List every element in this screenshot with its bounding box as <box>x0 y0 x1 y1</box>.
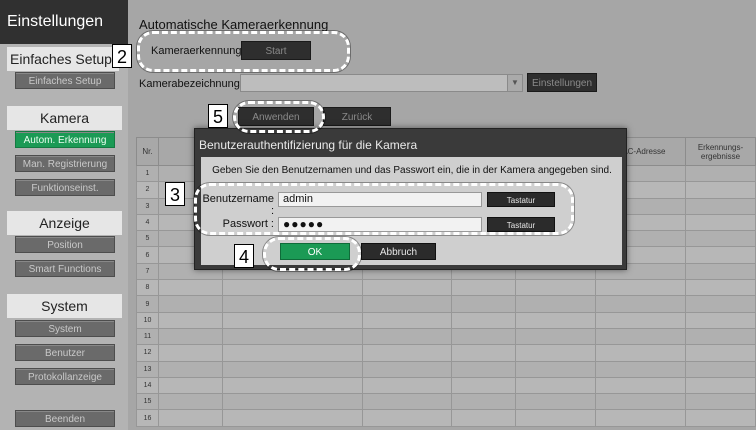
callout-number-4: 4 <box>234 244 254 268</box>
sidebar-item-smart-functions[interactable]: Smart Functions <box>15 260 115 277</box>
callout-ring-3 <box>194 183 574 235</box>
row-number: 2 <box>136 181 159 199</box>
table-row[interactable]: 9 <box>136 295 756 313</box>
table-row[interactable]: 15 <box>136 393 756 411</box>
section-heading-camera: Kamera <box>7 106 122 130</box>
sidebar-item-user[interactable]: Benutzer <box>15 344 115 361</box>
back-button[interactable]: Zurück <box>323 107 391 126</box>
page-title: Automatische Kameraerkennung <box>139 17 329 32</box>
callout-number-3: 3 <box>165 182 185 206</box>
row-number: 16 <box>136 409 159 427</box>
callout-number-2: 2 <box>112 44 132 68</box>
row-number: 6 <box>136 246 159 264</box>
camera-name-label: Kamerabezeichnung <box>139 78 240 90</box>
settings-button[interactable]: Einstellungen <box>527 73 597 92</box>
row-number: 11 <box>136 327 159 346</box>
row-number: 8 <box>136 279 159 297</box>
callout-ring-4 <box>263 237 361 271</box>
table-row[interactable]: 11 <box>136 327 756 346</box>
section-heading-display: Anzeige <box>7 211 122 235</box>
dialog-message: Geben Sie den Benutzernamen und das Pass… <box>212 165 612 176</box>
column-header-result: Erkennungs-ergebnisse <box>685 137 756 166</box>
row-number: 4 <box>136 213 159 232</box>
row-number: 10 <box>136 311 159 329</box>
callout-number-5: 5 <box>208 104 228 128</box>
section-heading-simple-setup: Einfaches Setup <box>7 47 119 71</box>
sidebar-item-simple-setup[interactable]: Einfaches Setup <box>15 72 115 89</box>
row-number: 12 <box>136 344 159 362</box>
row-number: 3 <box>136 197 159 215</box>
camera-name-select[interactable] <box>240 74 523 92</box>
row-number: 15 <box>136 393 159 411</box>
row-number: 13 <box>136 360 159 378</box>
sidebar-item-function-settings[interactable]: Funktionseinst. <box>15 179 115 196</box>
table-row[interactable]: 12 <box>136 344 756 362</box>
sidebar-item-manual-registration[interactable]: Man. Registrierung <box>15 155 115 172</box>
row-number: 9 <box>136 295 159 313</box>
row-number: 1 <box>136 164 159 183</box>
row-number: 5 <box>136 230 159 248</box>
sidebar: Einstellungen Einfaches Setup Einfaches … <box>0 0 128 430</box>
callout-ring-5 <box>233 101 325 133</box>
row-number: 14 <box>136 376 159 395</box>
row-number: 7 <box>136 262 159 281</box>
section-heading-system: System <box>7 294 122 318</box>
app-title: Einstellungen <box>0 0 128 44</box>
table-row[interactable]: 13 <box>136 360 756 378</box>
cancel-button[interactable]: Abbruch <box>361 243 436 260</box>
table-row[interactable]: 10 <box>136 311 756 329</box>
sidebar-item-log[interactable]: Protokollanzeige <box>15 368 115 385</box>
table-row[interactable]: 16 <box>136 409 756 427</box>
dialog-title: Benutzerauthentifizierung für die Kamera <box>199 138 418 152</box>
column-header-nr: Nr. <box>136 137 159 166</box>
sidebar-item-system[interactable]: System <box>15 320 115 337</box>
table-row[interactable]: 8 <box>136 279 756 297</box>
sidebar-item-position[interactable]: Position <box>15 236 115 253</box>
table-row[interactable]: 14 <box>136 376 756 395</box>
exit-button[interactable]: Beenden <box>15 410 115 427</box>
chevron-down-icon[interactable]: ▼ <box>507 74 523 92</box>
callout-ring-2 <box>137 31 350 72</box>
sidebar-item-auto-detect[interactable]: Autom. Erkennung <box>15 131 115 148</box>
